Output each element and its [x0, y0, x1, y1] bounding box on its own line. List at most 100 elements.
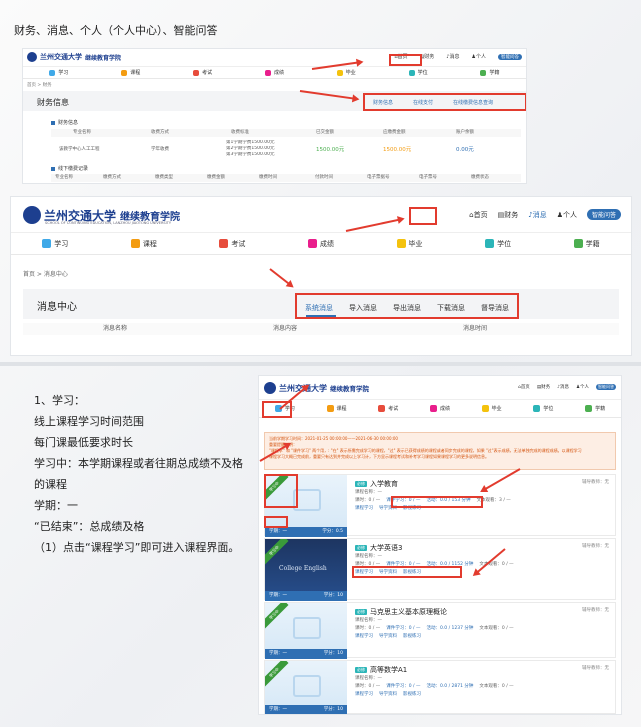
toplink-home[interactable]: ⌂ 首页: [469, 210, 487, 220]
status-ribbon: 学习中: [265, 539, 289, 565]
course-thumbnail[interactable]: 学习中 学期：一 学分：10: [265, 603, 347, 659]
course-study-button[interactable]: 课程学习: [355, 691, 373, 699]
site-header: 兰州交通大学 继续教育学院 SCHOOL OF CONTINUING EDUCA…: [11, 197, 631, 233]
logo-name: 兰州交通大学: [40, 52, 82, 61]
course-title[interactable]: 大学英语3: [370, 543, 402, 553]
nav-degree[interactable]: 学位: [485, 239, 511, 249]
book-icon: [293, 617, 321, 639]
university-seal-icon: [264, 382, 276, 394]
practice-button[interactable]: 影视练习: [403, 633, 421, 641]
course-icon: [130, 239, 140, 248]
section-title: 消息中心: [37, 302, 77, 313]
graduate-icon: [481, 405, 489, 412]
main-nav: 学习 课程 考试 成绩 毕业 学位 学籍: [11, 233, 631, 255]
highlight-finance-link: [389, 54, 422, 66]
nav-course[interactable]: 课程: [326, 405, 347, 412]
site-header: 兰州交通大学 继续教育学院 ⌂首页 ▤财务 ♪消息 ♟个人 智能问答: [259, 376, 621, 400]
exam-icon: [193, 69, 200, 76]
exam-icon: [219, 239, 229, 248]
toplink-message[interactable]: ♪ 消息: [446, 53, 459, 61]
nav-exam[interactable]: 考试: [193, 69, 212, 76]
degree-icon: [533, 405, 541, 412]
study-instructions: 1、学习： 线上课程学习时间范围 每门课最低要求时长 学习中：本学期课程或者往期…: [34, 390, 244, 558]
course-tag: 必修: [355, 545, 367, 551]
table2-title: 线下缴费记录: [51, 165, 88, 172]
thumb-bar: 学期：一 学分：10: [265, 649, 347, 659]
nav-graduate[interactable]: 毕业: [396, 239, 423, 249]
nav-score[interactable]: 成绩: [264, 69, 284, 76]
qa-button[interactable]: 智能问答: [596, 384, 616, 390]
table1-title: 财务信息: [51, 119, 78, 126]
toplink-message[interactable]: ♪ 消息: [557, 384, 569, 391]
table1-row: 该教学中心人工工程 学年收费 第1学期学费1500.00元 第2学期学费1500…: [51, 140, 521, 160]
course-title[interactable]: 入学教育: [370, 479, 398, 489]
study-icon: [42, 239, 52, 248]
logo-english: SCHOOL OF CONTINUING EDUCATION, LANZHOU …: [45, 221, 171, 225]
course-thumbnail[interactable]: College English 学习中 学期：一 学分：10: [265, 539, 347, 601]
course-title[interactable]: 高等数学A1: [370, 665, 407, 675]
course-tag: 必修: [355, 609, 367, 615]
toplink-finance[interactable]: ▤ 财务: [537, 384, 550, 391]
qa-button[interactable]: 智能问答: [498, 53, 522, 60]
score-icon: [264, 69, 271, 76]
guide-material-button[interactable]: 导学资料: [379, 691, 397, 699]
guide-material-button[interactable]: 导学资料: [379, 633, 397, 641]
status-ribbon: 学习中: [265, 661, 289, 687]
toplink-home[interactable]: ⌂ 首页: [518, 384, 530, 391]
step-line: “已结束”：总成绩及格: [34, 520, 145, 533]
practice-button[interactable]: 影视练习: [403, 691, 421, 699]
degree-icon: [485, 239, 495, 248]
course-study-button[interactable]: 课程学习: [355, 505, 373, 513]
highlight-status-ribbon: [264, 474, 298, 508]
table2-header: 专业名称 缴费方式 缴费类型 缴费金额 缴费时间 付款时间 电子票据号 电子票号…: [51, 174, 521, 182]
nav-study[interactable]: 学习: [42, 239, 68, 249]
nav-status[interactable]: 学籍: [585, 405, 605, 412]
site-logo[interactable]: 兰州交通大学 继续教育学院: [27, 52, 121, 62]
course-study-button[interactable]: 课程学习: [355, 633, 373, 641]
nav-status[interactable]: 学籍: [573, 239, 600, 249]
course-thumbnail[interactable]: 学习中 学期：一 学分：10: [265, 661, 347, 714]
nav-exam[interactable]: 考试: [219, 239, 245, 249]
course-title[interactable]: 马克思主义基本原理概论: [370, 607, 447, 617]
course-card[interactable]: 学习中 学期：一 学分：10 必修 马克思主义基本原理概论 课程名称：— 课时：0 …: [264, 602, 616, 659]
nav-degree[interactable]: 学位: [533, 405, 553, 412]
nav-degree[interactable]: 学位: [408, 69, 428, 76]
book-icon: [293, 675, 321, 697]
nav-status[interactable]: 学籍: [480, 69, 499, 76]
nav-course[interactable]: 课程: [121, 69, 140, 76]
nav-course[interactable]: 课程: [130, 239, 157, 249]
site-logo[interactable]: 兰州交通大学 继续教育学院: [264, 382, 369, 394]
status-ribbon: 学习中: [265, 603, 289, 629]
toplink-message[interactable]: ♪ 消息: [528, 210, 546, 220]
step-line: 线上课程学习时间范围: [34, 415, 144, 428]
highlight-message-link: [409, 207, 437, 225]
nav-graduate[interactable]: 毕业: [481, 405, 502, 412]
page-title: 财务、消息、个人（个人中心）、智能问答: [14, 24, 218, 37]
thumb-bar: 学期：一 学分：0.5: [265, 527, 347, 537]
course-tag: 必修: [355, 481, 367, 487]
study-icon: [49, 69, 56, 76]
nav-score[interactable]: 成绩: [307, 239, 334, 249]
toplink-finance[interactable]: ▤ 财务: [498, 210, 519, 220]
step-line: 每门课最低要求时长: [34, 436, 133, 449]
toplink-personal[interactable]: ♟ 个人: [557, 210, 577, 220]
finance-icon: ▤: [497, 210, 505, 219]
step-heading: 1、学习：: [34, 394, 85, 407]
nav-graduate[interactable]: 毕业: [336, 69, 356, 76]
study-notice: 当前学期学习时间：2021-01-25 00:00:00——2021-06-30…: [264, 432, 616, 470]
nav-score[interactable]: 成绩: [429, 405, 450, 412]
logo-sub: 继续教育学院: [330, 385, 369, 393]
cover-text: College English: [279, 565, 327, 572]
toplink-personal[interactable]: ♟ 个人: [576, 384, 589, 391]
tutor-label: 辅导教师：无: [582, 608, 609, 613]
message-table-header: 消息名称 消息内容 消息时间: [23, 323, 619, 335]
highlight-course-study-button: [352, 566, 462, 578]
course-icon: [326, 405, 334, 412]
step-line: （1）点击“课程学习”即可进入课程界面。: [34, 541, 240, 554]
graduate-icon: [336, 69, 343, 76]
nav-exam[interactable]: 考试: [378, 405, 398, 412]
nav-study[interactable]: 学习: [49, 69, 68, 76]
course-card[interactable]: 学习中 学期：一 学分：10 必修 高等数学A1 课程名称：— 课时：0 / — 课件…: [264, 660, 616, 714]
qa-button[interactable]: 智能问答: [586, 209, 621, 220]
toplink-personal[interactable]: ♟ 个人: [472, 53, 487, 61]
